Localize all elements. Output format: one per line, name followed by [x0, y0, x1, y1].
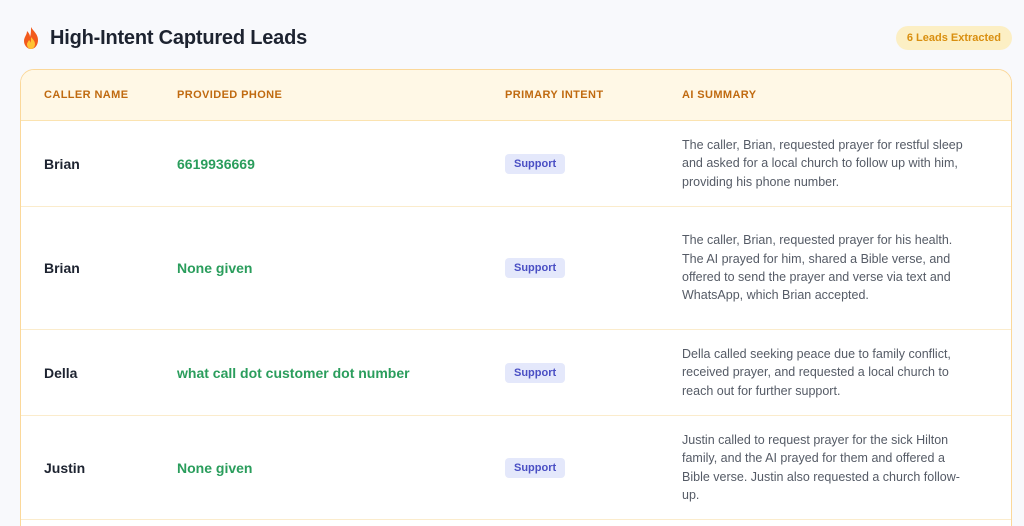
caller-name: Justin	[44, 459, 86, 476]
header: High-Intent Captured Leads 6 Leads Extra…	[20, 0, 1012, 76]
intent-badge: Support	[505, 153, 566, 174]
intent-cell: Support	[505, 153, 682, 174]
ai-summary: The caller, Brian, requested prayer for …	[682, 138, 963, 189]
ai-summary: The caller, Brian, requested prayer for …	[682, 233, 953, 303]
caller-name: Brian	[44, 155, 80, 172]
provided-phone: None given	[177, 459, 253, 476]
column-header-provided-phone[interactable]: PROVIDED PHONE	[177, 89, 505, 101]
column-header-caller-name[interactable]: CALLER NAME	[21, 89, 177, 101]
column-header-primary-intent[interactable]: PRIMARY INTENT	[505, 89, 682, 101]
leads-count-badge: 6 Leads Extracted	[895, 26, 1012, 50]
title-wrap: High-Intent Captured Leads	[20, 26, 307, 50]
table-header: CALLER NAME PROVIDED PHONE PRIMARY INTEN…	[21, 70, 1011, 121]
caller-name: Brian	[44, 260, 80, 276]
intent-cell: Support	[505, 457, 682, 478]
ai-summary: Della called seeking peace due to family…	[682, 347, 951, 398]
intent-cell: Support	[505, 362, 682, 383]
intent-badge: Support	[505, 258, 566, 278]
table-row[interactable]: Justin None given Support Justin called …	[21, 416, 1011, 520]
table-row[interactable]: Della what call dot customer dot number …	[21, 330, 1011, 416]
page-title: High-Intent Captured Leads	[50, 26, 308, 49]
table-row[interactable]: Brian 6619936669 Support The caller, Bri…	[21, 121, 1011, 207]
provided-phone: what call dot customer dot number	[177, 364, 410, 381]
caller-name: Della	[44, 364, 78, 381]
intent-cell: Support	[505, 258, 682, 278]
table-row[interactable]: Brian None given Support The caller, Bri…	[21, 207, 1011, 330]
provided-phone: 6619936669	[177, 155, 255, 172]
ai-summary: Justin called to request prayer for the …	[682, 432, 960, 502]
fire-icon	[20, 26, 42, 50]
page: High-Intent Captured Leads 6 Leads Extra…	[0, 0, 1024, 526]
leads-table: CALLER NAME PROVIDED PHONE PRIMARY INTEN…	[20, 69, 1012, 526]
intent-badge: Support	[505, 457, 566, 478]
intent-badge: Support	[505, 362, 566, 383]
column-header-ai-summary[interactable]: AI SUMMARY	[682, 89, 982, 101]
provided-phone: None given	[177, 260, 253, 276]
